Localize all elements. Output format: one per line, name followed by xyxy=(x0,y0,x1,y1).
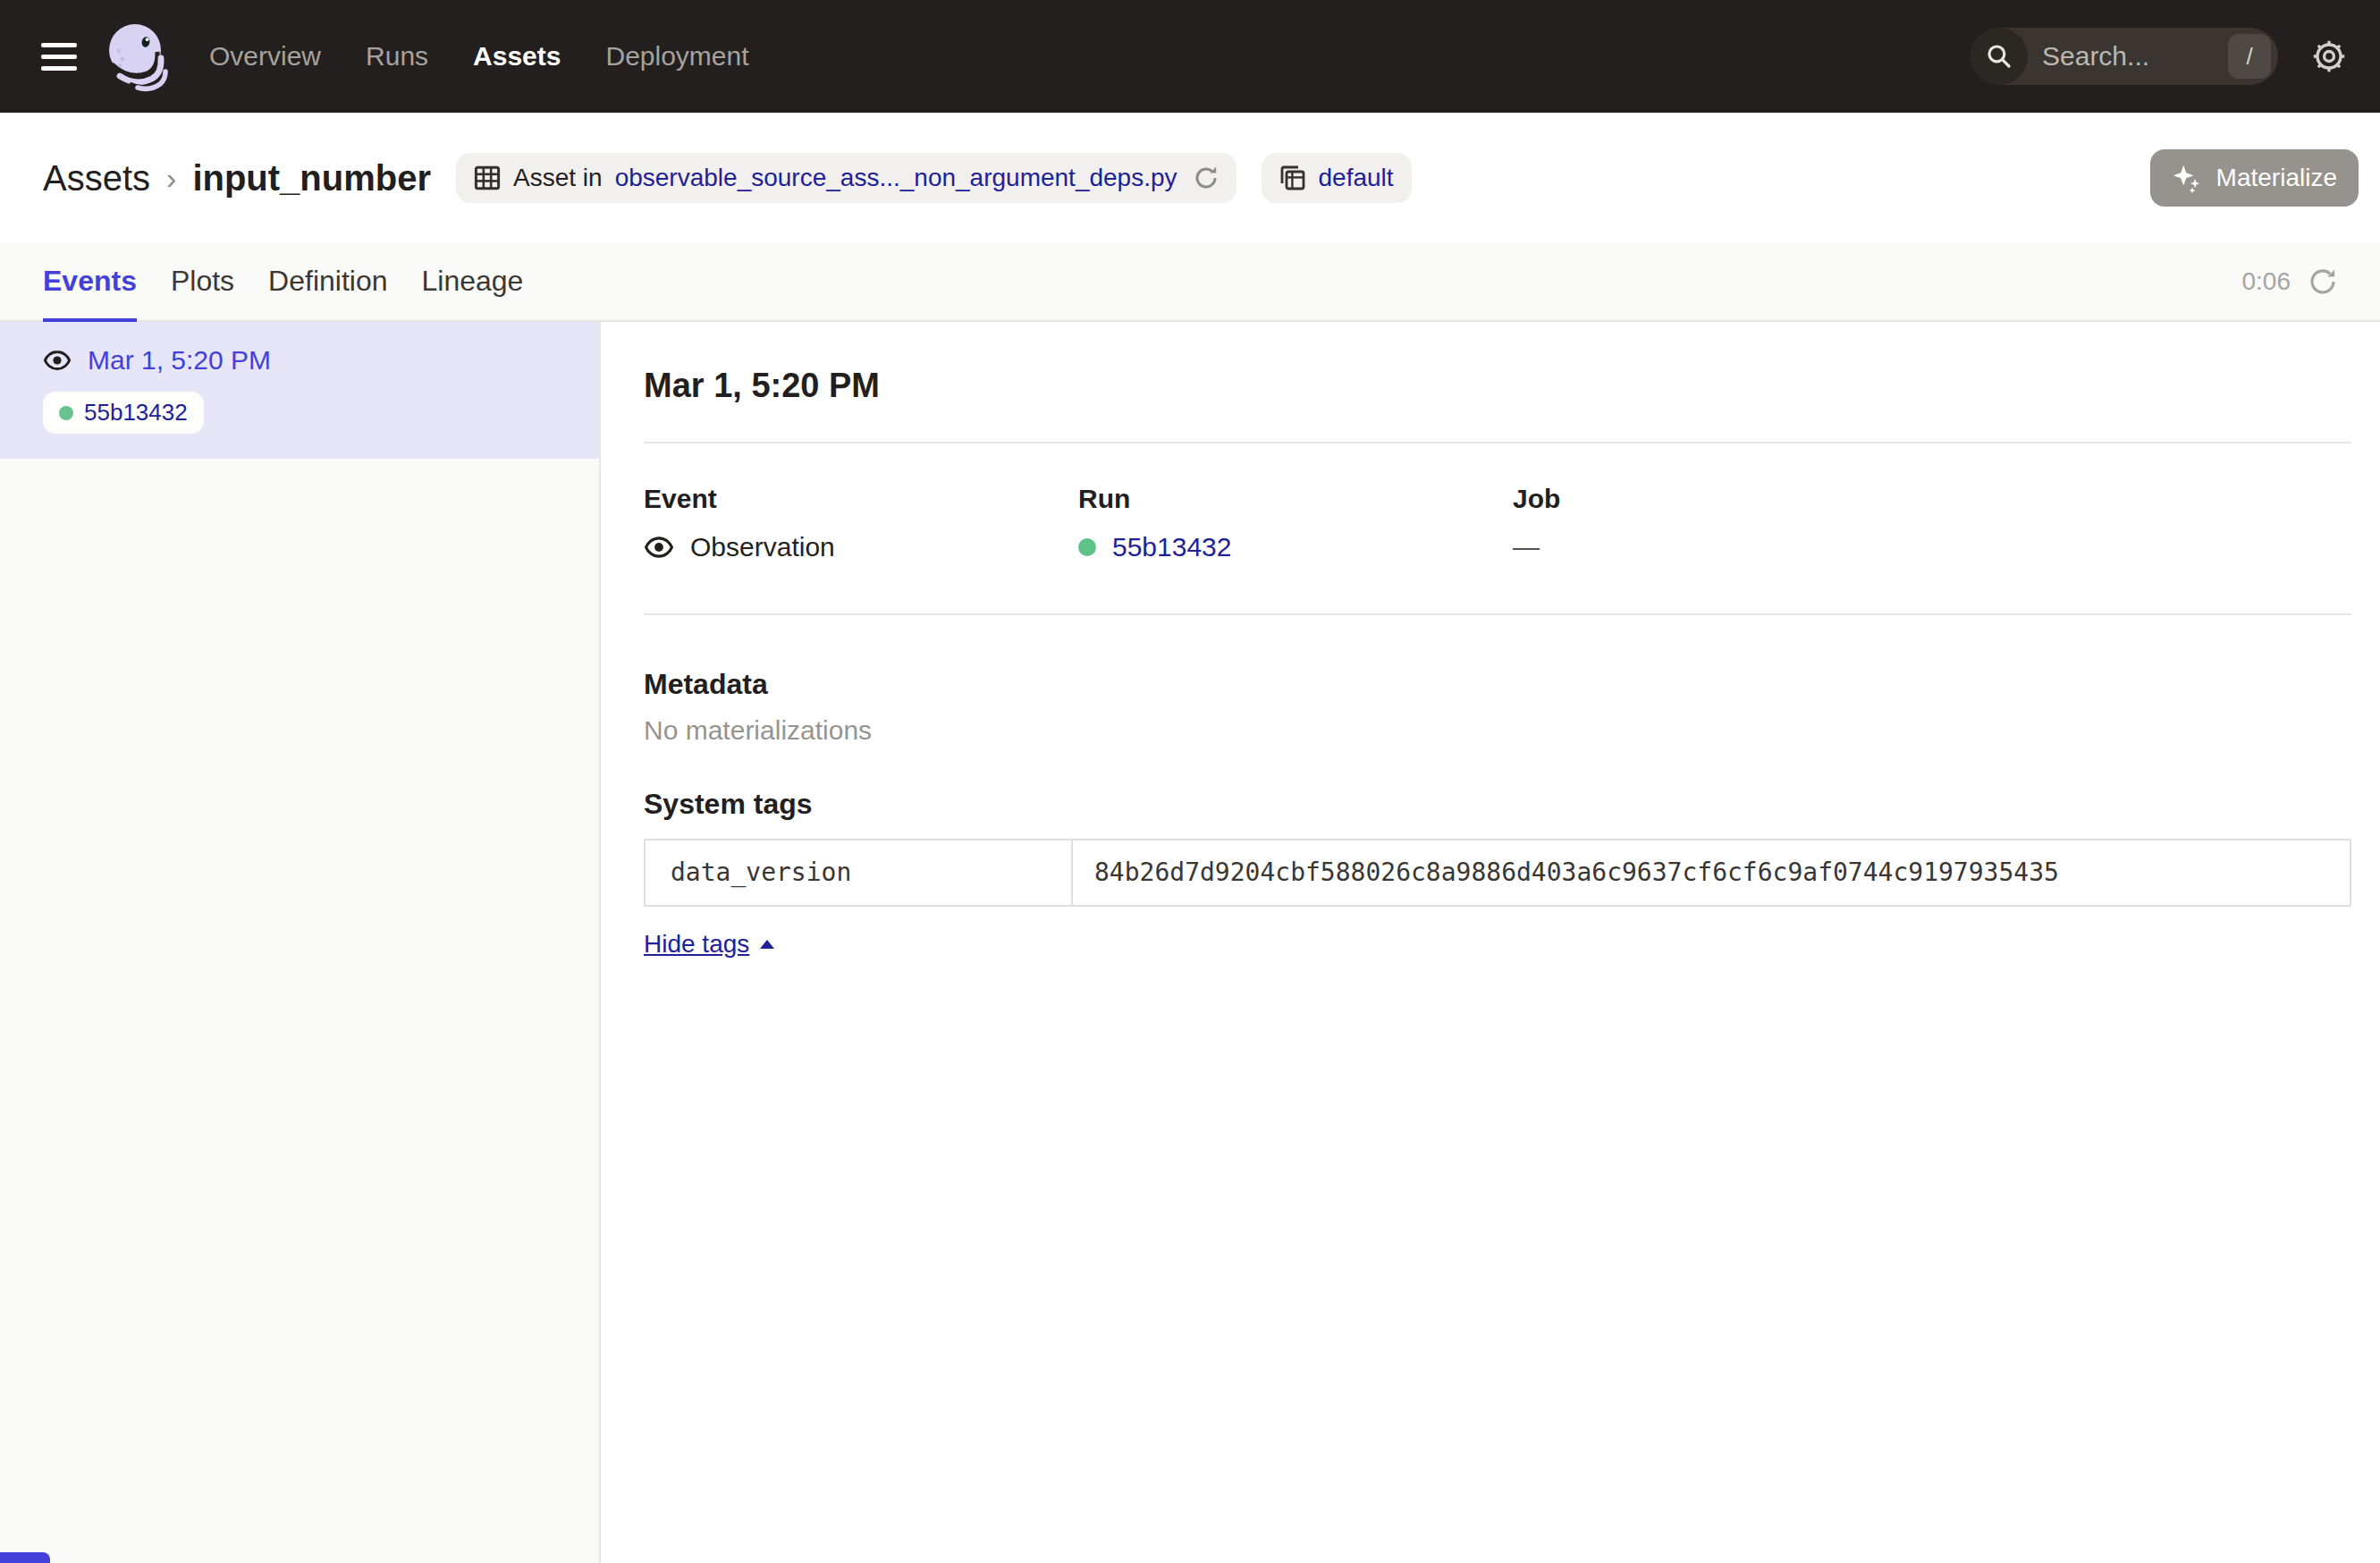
metadata-empty-text: No materializations xyxy=(644,715,2351,746)
tab-lineage[interactable]: Lineage xyxy=(421,243,523,322)
refresh-countdown: 0:06 xyxy=(2242,267,2291,296)
observation-eye-icon xyxy=(644,532,674,562)
refresh-icon[interactable] xyxy=(2308,267,2337,296)
job-column: Job — xyxy=(1513,483,1947,563)
run-id-tag[interactable]: 55b13432 xyxy=(43,392,204,434)
nav-deployment[interactable]: Deployment xyxy=(605,41,748,72)
asset-group-icon xyxy=(1279,165,1306,191)
asset-definition-tag: Asset in observable_source_ass..._non_ar… xyxy=(456,153,1236,203)
run-id-link[interactable]: 55b13432 xyxy=(1112,531,1231,563)
system-tags-table: data_version 84b26d7d9204cbf588026c8a988… xyxy=(644,839,2351,907)
system-tags-heading: System tags xyxy=(644,787,2351,821)
hide-tags-label: Hide tags xyxy=(644,930,749,959)
sparkle-icon xyxy=(2172,163,2202,193)
top-navbar: Overview Runs Assets Deployment Search..… xyxy=(0,0,2380,113)
search-shortcut-key: / xyxy=(2228,34,2271,79)
chevron-up-icon xyxy=(760,940,774,949)
hide-tags-link[interactable]: Hide tags xyxy=(644,930,774,959)
breadcrumb-asset-name: input_number xyxy=(192,158,431,199)
materialize-button[interactable]: Materialize xyxy=(2150,149,2359,207)
breadcrumb-assets-link[interactable]: Assets xyxy=(43,158,150,199)
run-status-dot xyxy=(59,406,73,420)
job-empty-value: — xyxy=(1513,531,1540,563)
search-input[interactable]: Search... / xyxy=(1971,28,2278,85)
dagster-app: Overview Runs Assets Deployment Search..… xyxy=(0,0,2380,1563)
event-label: Event xyxy=(644,483,1078,515)
tab-bar: Events Plots Definition Lineage 0:06 xyxy=(0,243,2380,322)
group-default-link[interactable]: default xyxy=(1319,164,1394,192)
search-placeholder: Search... xyxy=(2042,41,2228,72)
materialize-label: Materialize xyxy=(2216,164,2337,192)
tag-value-cell: 84b26d7d9204cbf588026c8a9886d403a6c9637c… xyxy=(1073,841,2350,905)
run-label: Run xyxy=(1078,483,1513,515)
event-list-sidebar: Mar 1, 5:20 PM 55b13432 xyxy=(0,322,601,1563)
event-list-item[interactable]: Mar 1, 5:20 PM 55b13432 xyxy=(0,322,599,459)
group-tag: default xyxy=(1262,153,1412,203)
breadcrumb-chevron-icon: › xyxy=(166,161,176,196)
asset-in-label: Asset in xyxy=(513,164,603,192)
asset-file-link[interactable]: observable_source_ass..._non_argument_de… xyxy=(615,164,1177,192)
event-summary-columns: Event Observation Run 55b13432 xyxy=(644,444,2351,563)
primary-nav: Overview Runs Assets Deployment xyxy=(209,41,749,72)
event-type-value: Observation xyxy=(690,531,835,563)
run-id-tag-label: 55b13432 xyxy=(84,399,188,427)
dagster-logo-icon[interactable] xyxy=(104,21,175,92)
tab-definition[interactable]: Definition xyxy=(268,243,387,322)
event-timestamp: Mar 1, 5:20 PM xyxy=(88,345,271,376)
gear-icon[interactable] xyxy=(2310,38,2348,75)
reload-definition-icon[interactable] xyxy=(1194,165,1219,190)
hamburger-menu-icon[interactable] xyxy=(41,43,77,71)
tab-plots[interactable]: Plots xyxy=(171,243,234,322)
tab-events[interactable]: Events xyxy=(43,243,137,322)
divider xyxy=(644,613,2351,615)
observation-eye-icon xyxy=(43,346,72,375)
content-area: Mar 1, 5:20 PM 55b13432 Mar 1, 5:20 PM E… xyxy=(0,322,2380,1563)
event-column: Event Observation xyxy=(644,483,1078,563)
event-detail-panel: Mar 1, 5:20 PM Event Observation Run xyxy=(601,322,2380,1563)
asset-header: Assets › input_number Asset in observabl… xyxy=(0,113,2380,243)
corner-widget[interactable] xyxy=(0,1552,50,1563)
job-label: Job xyxy=(1513,483,1947,515)
nav-overview[interactable]: Overview xyxy=(209,41,321,72)
table-grid-icon xyxy=(474,165,501,191)
search-icon xyxy=(1971,28,2028,85)
run-status-dot xyxy=(1078,538,1096,556)
event-detail-title: Mar 1, 5:20 PM xyxy=(644,365,2351,406)
tag-key-cell: data_version xyxy=(646,841,1073,905)
nav-runs[interactable]: Runs xyxy=(366,41,428,72)
nav-assets[interactable]: Assets xyxy=(473,41,561,72)
run-column: Run 55b13432 xyxy=(1078,483,1513,563)
metadata-heading: Metadata xyxy=(644,667,2351,701)
